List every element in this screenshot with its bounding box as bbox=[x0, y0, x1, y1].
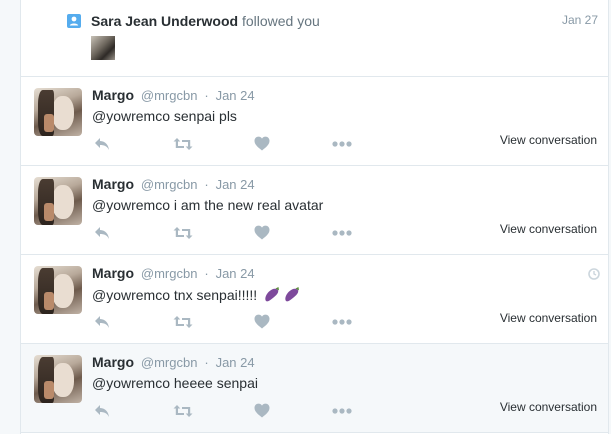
reply-icon[interactable] bbox=[94, 404, 110, 424]
tweet-text: @yowremco heeee senpai bbox=[92, 375, 258, 391]
more-dots-icon[interactable] bbox=[332, 141, 352, 161]
tweet[interactable]: Margo @mrgcbn · Jan 24 @yowremco heeee s… bbox=[21, 344, 608, 433]
tweet[interactable]: Margo @mrgcbn · Jan 24 @yowremco tnx sen… bbox=[21, 255, 608, 344]
follow-text: Sara Jean Underwood followed you bbox=[91, 13, 320, 29]
retweet-icon[interactable] bbox=[173, 315, 193, 335]
tweet-date[interactable]: Jan 24 bbox=[216, 266, 255, 281]
view-conversation-link[interactable]: View conversation bbox=[500, 311, 597, 325]
view-conversation-link[interactable]: View conversation bbox=[500, 400, 597, 414]
tweet-text: @yowremco senpai pls bbox=[92, 108, 237, 124]
tweet-author-name[interactable]: Margo bbox=[92, 87, 134, 103]
tweet-text: @yowremco tnx senpai!!!!! bbox=[92, 286, 301, 307]
follow-person-icon bbox=[67, 14, 81, 28]
heart-icon[interactable] bbox=[254, 225, 270, 245]
notification-date: Jan 27 bbox=[561, 13, 598, 27]
tweet-header: Margo @mrgcbn · Jan 24 bbox=[92, 87, 255, 103]
follower-avatar[interactable] bbox=[91, 36, 115, 60]
follower-name[interactable]: Sara Jean Underwood bbox=[91, 13, 238, 29]
tweet-actions bbox=[92, 224, 372, 244]
eggplant-emoji bbox=[263, 286, 281, 307]
tweet-header: Margo @mrgcbn · Jan 24 bbox=[92, 176, 255, 192]
header-separator: · bbox=[204, 355, 209, 370]
tweet-author-name[interactable]: Margo bbox=[92, 354, 134, 370]
heart-icon[interactable] bbox=[254, 136, 270, 156]
more-dots-icon[interactable] bbox=[332, 408, 352, 428]
tweet-author-handle[interactable]: @mrgcbn bbox=[141, 355, 198, 370]
reply-icon[interactable] bbox=[94, 226, 110, 246]
more-dots-icon[interactable] bbox=[332, 319, 352, 339]
tweet-actions bbox=[92, 402, 372, 422]
heart-icon[interactable] bbox=[254, 314, 270, 334]
view-conversation-link[interactable]: View conversation bbox=[500, 222, 597, 236]
tweet-date[interactable]: Jan 24 bbox=[216, 88, 255, 103]
header-separator: · bbox=[204, 266, 209, 281]
retweet-icon[interactable] bbox=[173, 137, 193, 157]
tweet-header: Margo @mrgcbn · Jan 24 bbox=[92, 354, 255, 370]
tweet-text-content: @yowremco tnx senpai!!!!! bbox=[92, 287, 258, 304]
tweet-author-handle[interactable]: @mrgcbn bbox=[141, 88, 198, 103]
heart-icon[interactable] bbox=[254, 403, 270, 423]
tweet[interactable]: Margo @mrgcbn · Jan 24 @yowremco i am th… bbox=[21, 166, 608, 255]
view-conversation-link[interactable]: View conversation bbox=[500, 133, 597, 147]
avatar[interactable] bbox=[34, 266, 82, 314]
eggplant-emoji bbox=[283, 286, 301, 307]
retweet-icon[interactable] bbox=[173, 226, 193, 246]
avatar[interactable] bbox=[34, 355, 82, 403]
avatar[interactable] bbox=[34, 177, 82, 225]
more-dots-icon[interactable] bbox=[332, 230, 352, 250]
reply-icon[interactable] bbox=[94, 315, 110, 335]
header-separator: · bbox=[204, 88, 209, 103]
tweet-author-name[interactable]: Margo bbox=[92, 176, 134, 192]
tweet-text: @yowremco i am the new real avatar bbox=[92, 197, 324, 213]
tweet-date[interactable]: Jan 24 bbox=[216, 177, 255, 192]
tweet-author-handle[interactable]: @mrgcbn bbox=[141, 177, 198, 192]
clock-icon bbox=[588, 267, 600, 285]
reply-icon[interactable] bbox=[94, 137, 110, 157]
tweet-header: Margo @mrgcbn · Jan 24 bbox=[92, 265, 255, 281]
header-separator: · bbox=[204, 177, 209, 192]
follow-action: followed you bbox=[241, 13, 320, 29]
tweet-author-name[interactable]: Margo bbox=[92, 265, 134, 281]
tweet-actions bbox=[92, 135, 372, 155]
tweet-date[interactable]: Jan 24 bbox=[216, 355, 255, 370]
tweet[interactable]: Margo @mrgcbn · Jan 24 @yowremco senpai … bbox=[21, 77, 608, 166]
notifications-stream: Sara Jean Underwood followed you Jan 27 … bbox=[20, 0, 609, 434]
avatar[interactable] bbox=[34, 88, 82, 136]
follow-notification[interactable]: Sara Jean Underwood followed you Jan 27 bbox=[21, 0, 608, 77]
tweet-actions bbox=[92, 313, 372, 333]
tweet-author-handle[interactable]: @mrgcbn bbox=[141, 266, 198, 281]
retweet-icon[interactable] bbox=[173, 404, 193, 424]
